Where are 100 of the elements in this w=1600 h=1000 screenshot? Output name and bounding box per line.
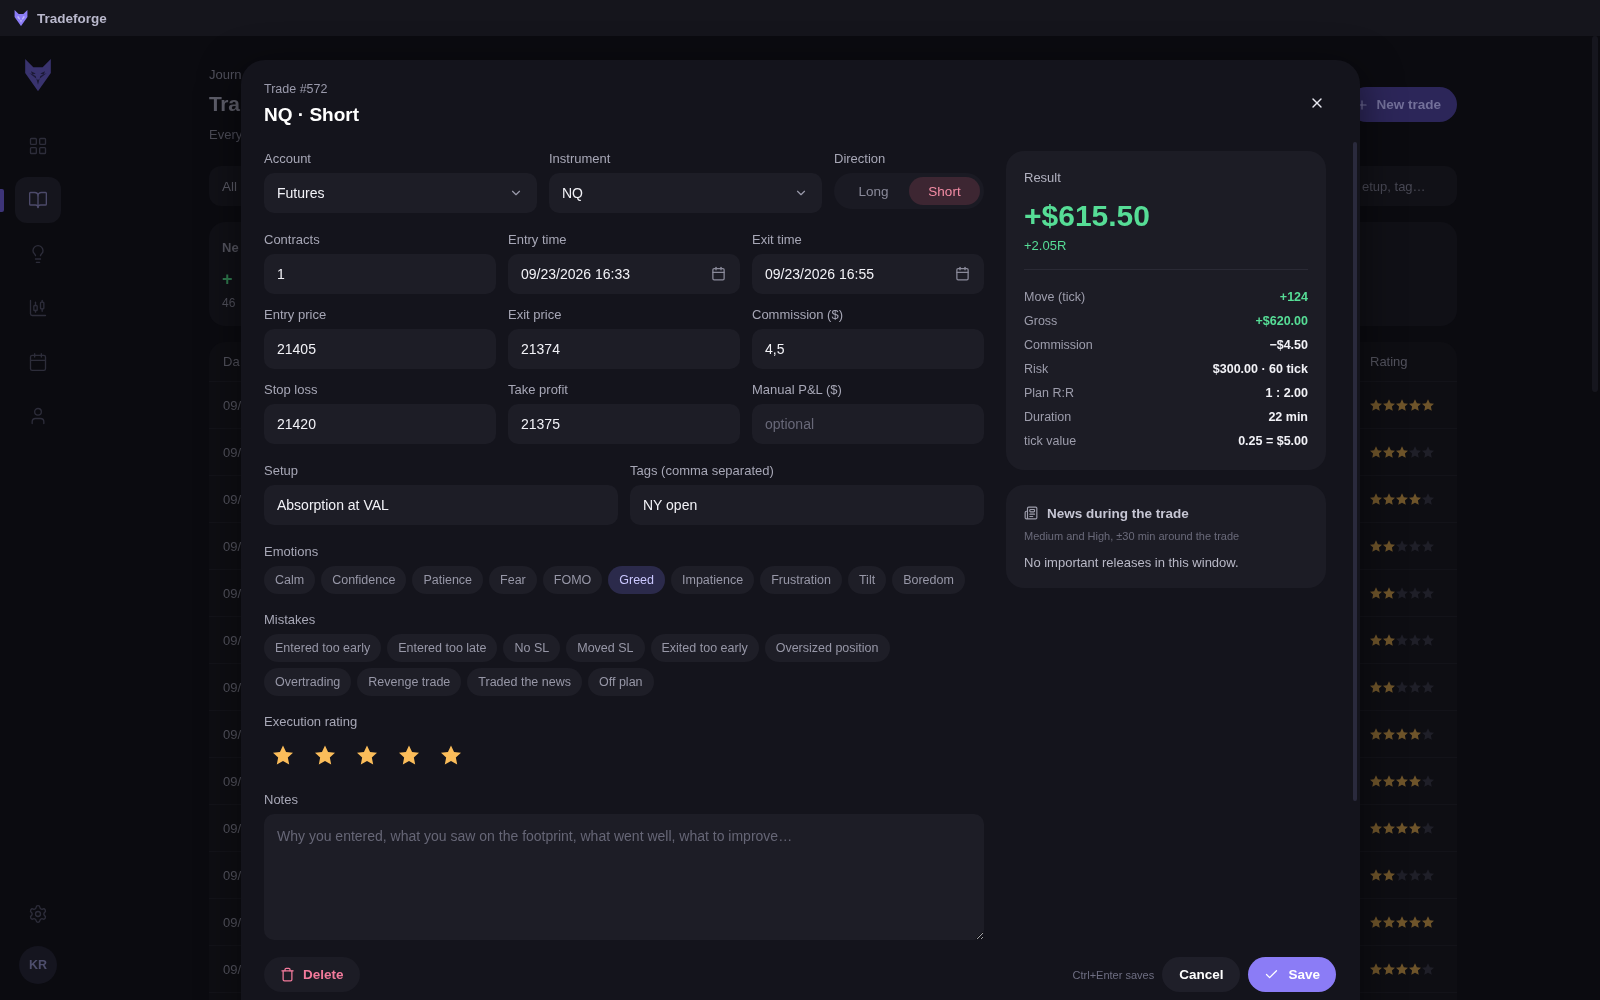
trash-icon — [280, 967, 295, 982]
mistake-chip[interactable]: Moved SL — [566, 634, 645, 662]
star-icon — [1396, 963, 1408, 975]
star-icon — [1370, 916, 1382, 928]
star-icon — [1370, 681, 1382, 693]
select-field[interactable]: NQ — [549, 173, 822, 213]
calendar-icon[interactable] — [711, 266, 726, 281]
star-icon — [1370, 963, 1382, 975]
emotion-chip[interactable]: Boredom — [892, 566, 965, 594]
direction-option[interactable]: Short — [909, 177, 980, 205]
emotion-chip[interactable]: FOMO — [542, 566, 603, 594]
star-icon — [1370, 540, 1382, 552]
star-icon — [1396, 916, 1408, 928]
table-cell: 09/ — [223, 444, 242, 460]
field-label: Manual P&L ($) — [752, 382, 843, 398]
star-icon — [1370, 634, 1382, 646]
table-cell: 09/ — [223, 773, 242, 789]
field-label: Contracts — [264, 232, 321, 248]
star-icon — [1396, 587, 1408, 599]
mistake-chip[interactable]: Overtrading — [264, 668, 352, 696]
field-label: Account — [264, 151, 312, 167]
star-icon — [1383, 540, 1395, 552]
datetime-field[interactable]: 09/23/2026 16:55 — [752, 254, 984, 294]
select-field[interactable]: Futures — [264, 173, 537, 213]
star-icon — [1409, 916, 1421, 928]
r-multiple: +2.05R — [1024, 238, 1067, 254]
star-icon — [1370, 399, 1382, 411]
datetime-field[interactable]: 09/23/2026 16:33 — [508, 254, 740, 294]
settings-icon — [28, 904, 48, 924]
star-icon — [1370, 493, 1382, 505]
field-label: Exit time — [752, 232, 803, 248]
grid-icon — [28, 136, 48, 157]
star-icon — [1422, 916, 1434, 928]
mistake-chip[interactable]: Entered too late — [387, 634, 498, 662]
mistake-chip[interactable]: Entered too early — [264, 634, 382, 662]
section-label: Execution rating — [264, 714, 359, 730]
table-cell: 09/ — [223, 585, 242, 601]
emotion-chip[interactable]: Greed — [608, 566, 666, 594]
input-field[interactable]: 4,5 — [752, 329, 984, 369]
emotion-chip[interactable]: Tilt — [847, 566, 887, 594]
star-icon[interactable] — [441, 745, 461, 765]
star-icon — [1370, 446, 1382, 458]
emotion-chip[interactable]: Impatience — [671, 566, 755, 594]
table-cell: 09/ — [223, 867, 242, 883]
table-cell: 09/ — [223, 914, 242, 930]
star-icon — [1383, 728, 1395, 740]
section-label: Notes — [264, 792, 299, 808]
search-field[interactable]: etup, tag… — [1358, 178, 1452, 194]
table-cell: 09/ — [223, 679, 242, 695]
direction-option[interactable]: Long — [838, 177, 909, 205]
star-icon — [1396, 399, 1408, 411]
input-field[interactable]: NY open — [630, 485, 984, 525]
table-cell: 09/ — [223, 632, 242, 648]
field-label: Take profit — [508, 382, 569, 398]
emotion-chip[interactable]: Fear — [489, 566, 537, 594]
star-icon — [1396, 728, 1408, 740]
save-button[interactable]: Save — [1248, 957, 1336, 992]
star-icon[interactable] — [357, 745, 377, 765]
star-icon — [1396, 681, 1408, 693]
stat-value: −$4.50 — [1269, 338, 1308, 352]
input-field[interactable]: 21375 — [508, 404, 740, 444]
section-label: Mistakes — [264, 612, 317, 628]
star-icon[interactable] — [399, 745, 419, 765]
input-field[interactable]: 21420 — [264, 404, 496, 444]
star-icon — [1409, 822, 1421, 834]
mistake-chip[interactable]: Off plan — [588, 668, 654, 696]
emotion-chip[interactable]: Frustration — [760, 566, 842, 594]
mistake-chip[interactable]: Revenge trade — [357, 668, 462, 696]
star-icon[interactable] — [273, 745, 293, 765]
mistake-chip[interactable]: No SL — [503, 634, 561, 662]
table-cell: 09/ — [223, 726, 242, 742]
news-subtitle: Medium and High, ±30 min around the trade — [1024, 529, 1240, 543]
mistake-chip[interactable]: Traded the news — [467, 668, 582, 696]
emotion-chip[interactable]: Calm — [264, 566, 316, 594]
emotion-chip[interactable]: Confidence — [321, 566, 407, 594]
result-label: Result — [1024, 170, 1061, 186]
field-label: Setup — [264, 463, 299, 479]
input-field[interactable]: Absorption at VAL — [264, 485, 618, 525]
input-field[interactable]: 21374 — [508, 329, 740, 369]
emotion-chip[interactable]: Patience — [412, 566, 484, 594]
page-subtitle: Every — [209, 127, 243, 143]
cancel-button[interactable]: Cancel — [1162, 957, 1241, 992]
active-indicator — [0, 188, 4, 212]
input-field[interactable]: optional — [752, 404, 984, 444]
mistake-chip[interactable]: Oversized position — [764, 634, 890, 662]
dialog-caption: Trade #572 — [264, 81, 329, 97]
star-icon — [1409, 963, 1421, 975]
star-icon — [1396, 869, 1408, 881]
input-field[interactable]: 21405 — [264, 329, 496, 369]
star-icon — [1422, 963, 1434, 975]
mistake-chip[interactable]: Exited too early — [650, 634, 759, 662]
stat-label: tick value — [1024, 434, 1077, 448]
stat-label: Gross — [1024, 314, 1058, 328]
table-cell: 09/ — [223, 820, 242, 836]
delete-button[interactable]: Delete — [264, 957, 360, 992]
calendar-icon[interactable] — [955, 266, 970, 281]
input-field[interactable]: 1 — [264, 254, 496, 294]
stat-label: Risk — [1024, 362, 1049, 376]
star-icon[interactable] — [315, 745, 335, 765]
notes-field[interactable]: Why you entered, what you saw on the footprint, what went well, what to improve… — [264, 814, 984, 940]
